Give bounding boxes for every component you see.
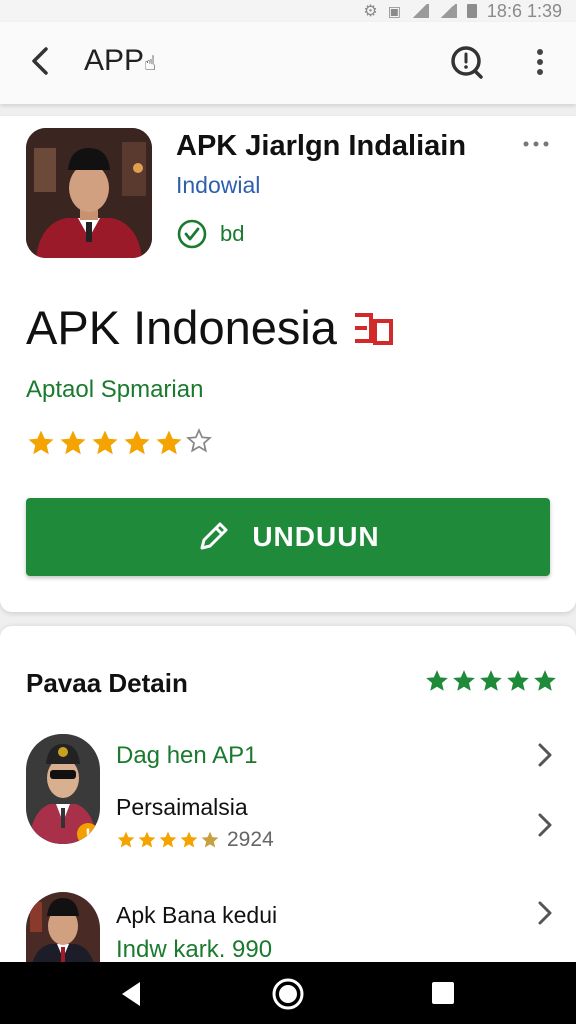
more-vert-icon[interactable]	[522, 40, 558, 84]
system-nav-bar	[0, 962, 576, 1024]
app-bar: APP☝	[0, 22, 576, 104]
star-icon	[186, 428, 212, 453]
svg-text:!: !	[85, 827, 91, 843]
nav-home-icon[interactable]	[270, 976, 306, 1012]
star-icon	[117, 831, 135, 848]
verified-check-icon	[177, 219, 207, 249]
star-icon	[28, 430, 54, 455]
item-rating-stars	[116, 830, 220, 850]
star-icon	[159, 831, 177, 848]
item-subtitle: Apk Bana kedui	[116, 902, 278, 928]
pointer-cursor-icon: ☝	[144, 53, 157, 75]
sim-icon: ▣	[387, 2, 401, 19]
star-icon	[507, 670, 529, 691]
item-year: 2924	[227, 828, 274, 851]
app-title: APK Indonesia	[26, 300, 395, 355]
verified-label: bd	[220, 221, 245, 246]
search-icon[interactable]	[444, 40, 488, 84]
chevron-right-icon[interactable]	[532, 898, 558, 928]
battery-icon	[466, 4, 477, 18]
more-horiz-icon[interactable]	[520, 130, 552, 158]
star-icon	[156, 430, 182, 455]
nav-back-icon[interactable]	[116, 979, 146, 1009]
app-bar-title: APP☝	[84, 44, 157, 77]
item-rating: 2924	[116, 828, 274, 852]
app-name: APK Jiarlgn Indaliain	[176, 130, 467, 162]
verified-badge: bd	[176, 218, 244, 250]
signal-icon	[410, 4, 429, 18]
avatar: !	[26, 734, 100, 844]
list-item[interactable]: ! Dag hen AP1 Persaimalsia 2924	[0, 734, 576, 858]
star-icon	[60, 430, 86, 455]
chevron-right-icon[interactable]	[532, 740, 558, 770]
status-time: 18:6 1:39	[486, 0, 562, 21]
pencil-icon	[200, 522, 228, 550]
back-arrow-icon[interactable]	[22, 41, 62, 81]
developer-link[interactable]: Indowial	[176, 172, 260, 199]
item-title: Indw kark. 990	[116, 936, 273, 963]
star-icon	[124, 430, 150, 455]
app-header-card: APK Jiarlgn Indaliain Indowial bd APK In…	[0, 116, 576, 612]
tag-icon	[354, 312, 393, 345]
star-icon	[180, 831, 198, 848]
star-icon	[534, 670, 556, 691]
star-icon	[453, 670, 475, 691]
item-subtitle: Persaimalsia	[116, 794, 248, 820]
star-icon	[201, 831, 219, 848]
rating-stars	[26, 428, 212, 458]
item-title: Dag hen AP1	[116, 742, 258, 769]
section-title: Pavaa Detain	[26, 668, 188, 698]
signal-icon	[438, 4, 457, 18]
star-icon	[426, 670, 448, 691]
settings-icon: ⚙	[363, 3, 378, 20]
install-label: UNDUUN	[252, 521, 380, 552]
install-button[interactable]: UNDUUN	[26, 498, 550, 576]
status-bar: ⚙ ▣ 18:6 1:39	[0, 0, 576, 22]
nav-recents-icon[interactable]	[430, 980, 456, 1006]
app-category[interactable]: Aptaol Spmarian	[26, 376, 203, 404]
section-rating-stars	[424, 668, 558, 694]
avatar	[26, 892, 100, 972]
star-icon	[480, 670, 502, 691]
app-icon	[26, 128, 152, 258]
star-icon	[138, 831, 156, 848]
chevron-right-icon[interactable]	[532, 810, 558, 840]
star-icon	[92, 430, 118, 455]
